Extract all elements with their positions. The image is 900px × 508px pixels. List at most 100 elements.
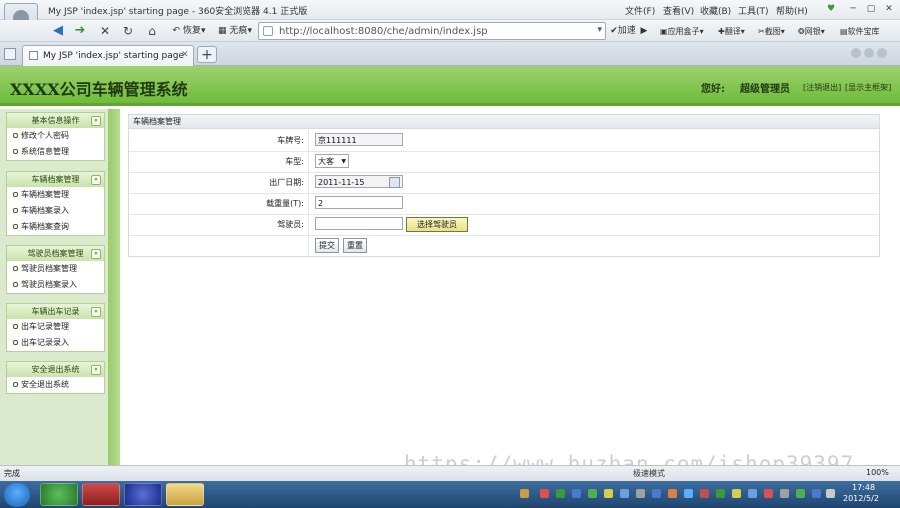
tray-icon[interactable] xyxy=(748,489,757,498)
refresh-button[interactable]: ↻ xyxy=(120,23,136,39)
sidebar-item-vehicle-manage[interactable]: 车辆档案管理 xyxy=(7,187,104,203)
sidebar-group-header[interactable]: 基本信息操作 « xyxy=(7,113,104,128)
speed-mode-status[interactable]: 极速模式 xyxy=(633,468,665,479)
collapse-icon[interactable]: « xyxy=(91,175,101,185)
start-button[interactable] xyxy=(4,483,30,507)
sidebar-item-vehicle-query[interactable]: 车辆档案查询 xyxy=(7,219,104,235)
taskbar-ie-icon[interactable] xyxy=(40,483,78,506)
chevron-down-icon[interactable]: ▾ xyxy=(597,25,602,35)
address-input[interactable]: http://localhost:8080/che/admin/index.js… xyxy=(279,26,488,37)
menu-view[interactable]: 查看(V) xyxy=(663,4,694,17)
sidebar-group-header[interactable]: 安全退出系统 « xyxy=(7,362,104,377)
clock-date[interactable]: 2012/5/2 xyxy=(843,494,879,503)
tray-icon[interactable] xyxy=(732,489,741,498)
tray-icon[interactable] xyxy=(796,489,805,498)
plate-input[interactable]: 京111111 xyxy=(315,133,403,146)
reset-button[interactable]: 重置 xyxy=(343,238,367,253)
volume-icon[interactable] xyxy=(826,489,835,498)
software-store-button[interactable]: ▤软件宝库 xyxy=(840,26,880,37)
sidebar-group-header[interactable]: 车辆出车记录 « xyxy=(7,304,104,319)
sidebar-item-change-password[interactable]: 修改个人密码 xyxy=(7,128,104,144)
back-button[interactable]: ◀ xyxy=(50,23,66,39)
type-select[interactable]: 大客 ▼ xyxy=(315,154,349,168)
tray-icon[interactable] xyxy=(540,489,549,498)
sidebar-item-driver-manage[interactable]: 驾驶员档案管理 xyxy=(7,261,104,277)
date-input[interactable]: 2011-11-15 xyxy=(315,175,403,188)
sidebar-item-vehicle-entry[interactable]: 车辆档案录入 xyxy=(7,203,104,219)
tray-icon[interactable] xyxy=(780,489,789,498)
taskbar-folder-icon[interactable] xyxy=(166,483,204,506)
taskbar-app-icon[interactable] xyxy=(82,483,120,506)
tray-icon[interactable] xyxy=(652,489,661,498)
accelerate-button[interactable]: ✔加速 xyxy=(608,23,638,39)
collapse-icon[interactable]: « xyxy=(91,116,101,126)
zoom-level[interactable]: 100% xyxy=(866,468,889,477)
tray-icon[interactable] xyxy=(668,489,677,498)
tab-scroll-left-icon[interactable] xyxy=(851,48,861,58)
accelerate-icon: ✔ xyxy=(610,26,618,36)
home-icon[interactable]: ⌂ xyxy=(144,23,160,39)
pick-driver-button[interactable]: 选择驾驶员 xyxy=(406,217,468,232)
tab-index-jsp[interactable]: My JSP 'index.jsp' starting page ✕ xyxy=(22,45,194,66)
forward-button[interactable]: ➜ xyxy=(72,23,88,39)
sidebar-splitter[interactable] xyxy=(108,109,120,465)
collapse-icon[interactable]: « xyxy=(91,249,101,259)
tray-icon[interactable] xyxy=(716,489,725,498)
tray-icon[interactable] xyxy=(636,489,645,498)
tray-icon[interactable] xyxy=(572,489,581,498)
app-box-icon: ▣ xyxy=(660,27,668,36)
maximize-button[interactable]: ▢ xyxy=(864,3,878,15)
address-bar[interactable]: http://localhost:8080/che/admin/index.js… xyxy=(258,22,606,40)
tray-icon[interactable] xyxy=(620,489,629,498)
tray-icon[interactable] xyxy=(764,489,773,498)
tray-icon[interactable] xyxy=(588,489,597,498)
close-icon[interactable]: ✕ xyxy=(181,50,189,60)
skin-icon[interactable]: ♥ xyxy=(824,3,838,15)
tab-scroll-right-icon[interactable] xyxy=(877,48,887,58)
driver-input[interactable] xyxy=(315,217,403,230)
network-icon[interactable] xyxy=(812,489,821,498)
no-trace-button[interactable]: ▦ 无痕▾ xyxy=(214,23,256,39)
tab-list-icon[interactable] xyxy=(864,48,874,58)
tray-icon[interactable] xyxy=(684,489,693,498)
collapse-icon[interactable]: « xyxy=(91,307,101,317)
bullet-icon xyxy=(13,149,18,154)
system-title: XXXX公司车辆管理系统 xyxy=(10,80,188,99)
bank-button[interactable]: ❂网银▾ xyxy=(798,26,825,37)
tray-icon[interactable] xyxy=(604,489,613,498)
sidebar-group-header[interactable]: 驾驶员档案管理 « xyxy=(7,246,104,261)
sidebar-toggle-icon[interactable] xyxy=(4,48,16,60)
menu-help[interactable]: 帮助(H) xyxy=(776,4,808,17)
new-tab-button[interactable]: + xyxy=(197,46,217,63)
menu-file[interactable]: 文件(F) xyxy=(625,4,655,17)
stop-button[interactable]: ✕ xyxy=(98,23,112,39)
submit-button[interactable]: 提交 xyxy=(315,238,339,253)
translate-button[interactable]: ✚翻译▾ xyxy=(718,26,745,37)
menu-tools[interactable]: 工具(T) xyxy=(738,4,769,17)
restore-button[interactable]: ↶ 恢复▾ xyxy=(168,23,210,39)
show-main-frame-link[interactable]: [显示主框架] xyxy=(845,82,891,93)
status-bar xyxy=(0,465,900,481)
collapse-icon[interactable]: « xyxy=(91,365,101,375)
minimize-button[interactable]: ─ xyxy=(846,3,860,15)
close-window-button[interactable]: ✕ xyxy=(882,3,896,15)
go-button[interactable]: ▶ xyxy=(639,23,649,39)
bullet-icon xyxy=(13,340,18,345)
tray-icon[interactable] xyxy=(520,489,529,498)
sidebar-item-safe-exit[interactable]: 安全退出系统 xyxy=(7,377,104,393)
sidebar-item-system-info[interactable]: 系统信息管理 xyxy=(7,144,104,160)
tray-icon[interactable] xyxy=(556,489,565,498)
load-input[interactable]: 2 xyxy=(315,196,403,209)
sidebar-item-trip-manage[interactable]: 出车记录管理 xyxy=(7,319,104,335)
tray-icon[interactable] xyxy=(700,489,709,498)
screenshot-button[interactable]: ✂截图▾ xyxy=(758,26,785,37)
taskbar-eclipse-icon[interactable] xyxy=(124,483,162,506)
menu-favorites[interactable]: 收藏(B) xyxy=(700,4,731,17)
sidebar-item-driver-entry[interactable]: 驾驶员档案录入 xyxy=(7,277,104,293)
logout-link[interactable]: [注销退出] xyxy=(803,82,841,93)
sidebar-item-trip-entry[interactable]: 出车记录录入 xyxy=(7,335,104,351)
clock-time[interactable]: 17:48 xyxy=(852,483,875,492)
calendar-icon[interactable] xyxy=(389,177,400,188)
app-box-button[interactable]: ▣应用盒子▾ xyxy=(660,26,704,37)
sidebar-group-header[interactable]: 车辆档案管理 « xyxy=(7,172,104,187)
